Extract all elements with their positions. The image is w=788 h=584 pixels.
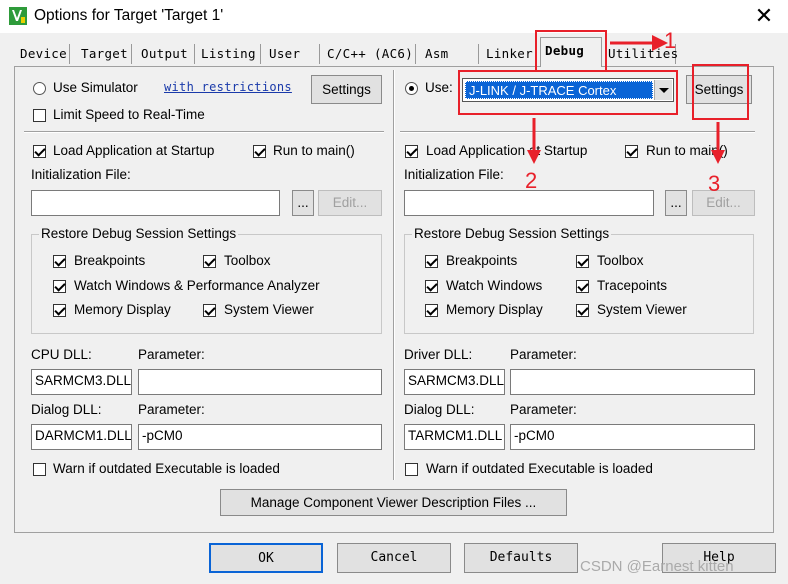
memory-display-checkbox[interactable] [53,304,66,317]
watch-windows-checkbox[interactable] [53,280,66,293]
load-app-label: Load Application at Startup [426,143,588,158]
driver-dll-input[interactable]: SARMCM3.DLL [404,369,505,395]
tracepoints-checkbox[interactable] [576,280,589,293]
annotation-number-1: 1 [664,28,677,53]
restore-settings-title: Restore Debug Session Settings [39,226,239,241]
cpu-param-input[interactable] [138,369,382,395]
cancel-button[interactable]: Cancel [337,543,451,573]
watch-windows-label: Watch Windows & Performance Analyzer [74,278,320,293]
init-file-edit-button: Edit... [318,190,382,216]
dialog-dll-input[interactable]: TARMCM1.DLL [404,424,505,450]
breakpoints-label: Breakpoints [446,253,518,268]
arrow-down-icon [711,122,725,164]
init-file-label: Initialization File: [31,167,131,182]
tab-user[interactable]: User [265,44,320,64]
keil-app-icon [9,7,27,25]
init-file-browse-button[interactable]: ... [292,190,314,216]
dialog-param-label: Parameter: [138,402,205,417]
manage-component-viewer-button[interactable]: Manage Component Viewer Description File… [220,489,567,516]
annotation-number-3: 3 [708,171,721,196]
toolbox-label: Toolbox [597,253,644,268]
run-to-main-checkbox[interactable] [625,145,638,158]
cpu-param-label: Parameter: [138,347,205,362]
toolbox-label: Toolbox [224,253,271,268]
use-simulator-label: Use Simulator [53,80,138,95]
separator [24,131,384,133]
tab-debug[interactable]: Debug [540,37,602,67]
load-app-checkbox[interactable] [405,145,418,158]
annotation-box-settings [692,64,749,120]
cpu-dll-label: CPU DLL: [31,347,92,362]
restore-settings-title: Restore Debug Session Settings [412,226,612,241]
limit-speed-label: Limit Speed to Real-Time [53,107,205,122]
tab-asm[interactable]: Asm [421,44,479,64]
driver-param-label: Parameter: [510,347,577,362]
toolbox-checkbox[interactable] [576,255,589,268]
annotation-number-2: 2 [525,168,538,193]
driver-param-input[interactable] [510,369,755,395]
arrow-right-icon [610,35,668,51]
init-file-input[interactable] [31,190,280,216]
arrow-down-icon [527,118,541,164]
close-icon[interactable]: ✕ [748,2,780,30]
dialog-param-input[interactable]: -pCM0 [510,424,755,450]
run-to-main-checkbox[interactable] [253,145,266,158]
tracepoints-label: Tracepoints [597,278,668,293]
dialog-dll-label: Dialog DLL: [404,402,475,417]
watch-windows-checkbox[interactable] [425,280,438,293]
with-restrictions-link[interactable]: with restrictions [164,80,292,94]
breakpoints-checkbox[interactable] [425,255,438,268]
dialog-dll-label: Dialog DLL: [31,402,102,417]
defaults-button[interactable]: Defaults [464,543,578,573]
tab-cpp[interactable]: C/C++ (AC6) [323,44,416,64]
init-file-edit-button: Edit... [692,190,755,216]
tab-linker[interactable]: Linker [482,44,536,64]
use-label: Use: [425,80,453,95]
annotation-box-debugger-select [458,70,678,115]
separator [400,131,755,133]
window-title: Options for Target 'Target 1' [34,7,224,24]
warn-outdated-checkbox[interactable] [33,463,46,476]
warn-outdated-checkbox[interactable] [405,463,418,476]
run-to-main-label: Run to main() [273,143,355,158]
dialog-param-label: Parameter: [510,402,577,417]
ok-button[interactable]: OK [209,543,323,573]
init-file-browse-button[interactable]: ... [665,190,687,216]
dialog-param-input[interactable]: -pCM0 [138,424,382,450]
limit-speed-checkbox[interactable] [33,109,46,122]
tab-output[interactable]: Output [137,44,195,64]
system-viewer-checkbox[interactable] [203,304,216,317]
memory-display-label: Memory Display [74,302,171,317]
system-viewer-checkbox[interactable] [576,304,589,317]
use-simulator-radio[interactable] [33,82,46,95]
memory-display-checkbox[interactable] [425,304,438,317]
toolbox-checkbox[interactable] [203,255,216,268]
breakpoints-checkbox[interactable] [53,255,66,268]
tab-device[interactable]: Device [16,44,70,64]
use-debugger-radio[interactable] [405,82,418,95]
memory-display-label: Memory Display [446,302,543,317]
init-file-label: Initialization File: [404,167,504,182]
load-app-label: Load Application at Startup [53,143,215,158]
warn-outdated-label: Warn if outdated Executable is loaded [53,461,280,476]
load-app-checkbox[interactable] [33,145,46,158]
warn-outdated-label: Warn if outdated Executable is loaded [426,461,653,476]
system-viewer-label: System Viewer [224,302,314,317]
driver-dll-label: Driver DLL: [404,347,473,362]
system-viewer-label: System Viewer [597,302,687,317]
watch-windows-label: Watch Windows [446,278,543,293]
cpu-dll-input[interactable]: SARMCM3.DLL [31,369,132,395]
simulator-settings-button[interactable]: Settings [311,75,382,104]
dialog-dll-input[interactable]: DARMCM1.DLL [31,424,132,450]
breakpoints-label: Breakpoints [74,253,146,268]
tab-listing[interactable]: Listing [197,44,261,64]
watermark: CSDN @Earnest kitten [580,558,734,575]
tab-target[interactable]: Target [77,44,132,64]
column-divider [393,70,395,480]
